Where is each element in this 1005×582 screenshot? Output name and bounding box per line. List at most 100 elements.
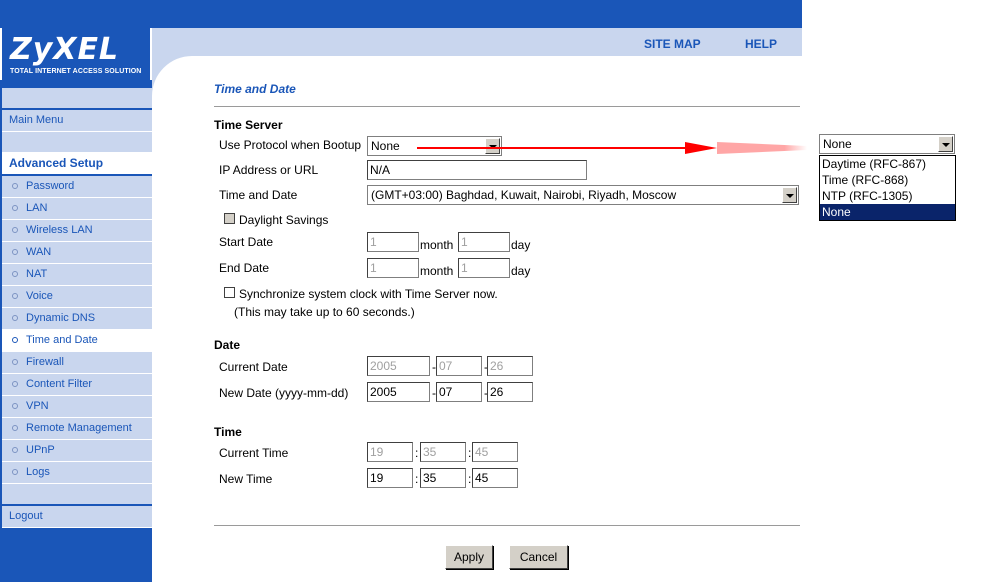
apply-button[interactable]: Apply xyxy=(445,545,493,569)
new-date-label: New Date (yyyy-mm-dd) xyxy=(219,386,349,400)
bullet-icon xyxy=(12,227,18,234)
sidebar-spacer xyxy=(2,132,152,152)
current-hour-input[interactable]: 19 xyxy=(367,442,413,462)
new-time-label: New Time xyxy=(219,472,273,486)
sidebar-item-remote-management[interactable]: Remote Management xyxy=(2,418,152,440)
sidebar-item-nat[interactable]: NAT xyxy=(2,264,152,286)
sidebar-item-label: LAN xyxy=(26,202,48,214)
sidebar-item-label: Firewall xyxy=(26,356,64,368)
protocol-option-daytime[interactable]: Daytime (RFC-867) xyxy=(820,156,955,172)
annotation-arrow-icon xyxy=(417,142,807,154)
sidebar-item-content-filter[interactable]: Content Filter xyxy=(2,374,152,396)
new-second-input[interactable]: 45 xyxy=(472,468,518,488)
sidebar-item-password[interactable]: Password xyxy=(2,176,152,198)
header-band: SITE MAP HELP xyxy=(152,28,802,56)
timezone-select[interactable]: (GMT+03:00) Baghdad, Kuwait, Nairobi, Ri… xyxy=(367,185,799,205)
protocol-option-time[interactable]: Time (RFC-868) xyxy=(820,172,955,188)
sidebar-section-advanced-setup: Advanced Setup xyxy=(2,152,152,174)
sidebar-item-label: UPnP xyxy=(26,444,55,456)
sync-note: (This may take up to 60 seconds.) xyxy=(234,305,415,319)
sidebar-item-label: Remote Management xyxy=(26,422,132,434)
timezone-label: Time and Date xyxy=(219,188,298,202)
protocol-option-ntp[interactable]: NTP (RFC-1305) xyxy=(820,188,955,204)
start-day-input[interactable]: 1 xyxy=(458,232,510,252)
month-unit: month xyxy=(420,238,454,252)
bullet-icon xyxy=(12,205,18,212)
zyxel-logo: ZyXEL TOTAL INTERNET ACCESS SOLUTION xyxy=(2,28,150,80)
bullet-icon xyxy=(12,337,18,344)
sidebar-item-label: Content Filter xyxy=(26,378,93,390)
help-link[interactable]: HELP xyxy=(745,37,777,51)
main-content: Time and Date Time Server Use Protocol w… xyxy=(152,56,802,582)
current-second-input[interactable]: 45 xyxy=(472,442,518,462)
sidebar-item-firewall[interactable]: Firewall xyxy=(2,352,152,374)
current-day-input[interactable]: 26 xyxy=(487,356,533,376)
section-time-server: Time Server xyxy=(214,118,283,132)
time-separator: : xyxy=(468,472,472,486)
current-month-input[interactable]: 07 xyxy=(436,356,482,376)
sidebar-item-upnp[interactable]: UPnP xyxy=(2,440,152,462)
sidebar-item-voice[interactable]: Voice xyxy=(2,286,152,308)
site-map-link[interactable]: SITE MAP xyxy=(644,37,701,51)
sidebar-item-wireless-lan[interactable]: Wireless LAN xyxy=(2,220,152,242)
chevron-down-icon[interactable] xyxy=(938,136,953,152)
month-unit: month xyxy=(420,264,454,278)
cancel-button[interactable]: Cancel xyxy=(509,545,568,569)
end-date-label: End Date xyxy=(219,261,270,275)
ip-address-label: IP Address or URL xyxy=(219,163,319,177)
bullet-icon xyxy=(12,359,18,366)
timezone-select-value: (GMT+03:00) Baghdad, Kuwait, Nairobi, Ri… xyxy=(371,188,677,202)
ip-address-input[interactable]: N/A xyxy=(367,160,587,180)
protocol-select-value: None xyxy=(371,139,400,153)
sidebar-main-menu[interactable]: Main Menu xyxy=(2,110,152,132)
sidebar-item-label: Dynamic DNS xyxy=(26,312,96,324)
start-month-input[interactable]: 1 xyxy=(367,232,419,252)
sidebar-spacer xyxy=(2,484,152,504)
new-year-input[interactable]: 2005 xyxy=(367,382,430,402)
sync-label: Synchronize system clock with Time Serve… xyxy=(239,287,498,301)
current-date-label: Current Date xyxy=(219,360,288,374)
top-bar xyxy=(0,0,802,28)
sidebar-item-label: Password xyxy=(26,180,75,192)
bullet-icon xyxy=(12,403,18,410)
logo-tagline: TOTAL INTERNET ACCESS SOLUTION xyxy=(10,68,142,75)
new-month-input[interactable]: 07 xyxy=(436,382,482,402)
sidebar-item-lan[interactable]: LAN xyxy=(2,198,152,220)
sidebar-spacer xyxy=(2,88,152,108)
new-hour-input[interactable]: 19 xyxy=(367,468,413,488)
divider xyxy=(214,525,800,526)
bullet-icon xyxy=(12,249,18,256)
sidebar-item-label: Voice xyxy=(26,290,53,302)
chevron-down-icon[interactable] xyxy=(782,187,797,203)
new-minute-input[interactable]: 35 xyxy=(420,468,466,488)
sidebar-item-wan[interactable]: WAN xyxy=(2,242,152,264)
protocol-dropdown-expanded[interactable]: None xyxy=(819,134,955,154)
sidebar-item-label: NAT xyxy=(26,268,48,280)
bullet-icon xyxy=(12,447,18,454)
time-separator: : xyxy=(468,446,472,460)
daylight-savings-checkbox[interactable] xyxy=(224,213,235,224)
sidebar-item-vpn[interactable]: VPN xyxy=(2,396,152,418)
end-month-input[interactable]: 1 xyxy=(367,258,419,278)
daylight-savings-label: Daylight Savings xyxy=(239,213,329,227)
bullet-icon xyxy=(12,425,18,432)
bullet-icon xyxy=(12,183,18,190)
sidebar-item-time-and-date[interactable]: Time and Date xyxy=(2,330,152,352)
current-minute-input[interactable]: 35 xyxy=(420,442,466,462)
divider xyxy=(214,106,800,107)
protocol-dropdown-list: Daytime (RFC-867) Time (RFC-868) NTP (RF… xyxy=(819,155,956,221)
sidebar-item-label: WAN xyxy=(26,246,52,258)
sidebar-item-logs[interactable]: Logs xyxy=(2,462,152,484)
sidebar-logout[interactable]: Logout xyxy=(2,506,152,528)
sidebar-item-dynamic-dns[interactable]: Dynamic DNS xyxy=(2,308,152,330)
sidebar-item-label: Wireless LAN xyxy=(26,224,93,236)
current-time-label: Current Time xyxy=(219,446,289,460)
new-day-input[interactable]: 26 xyxy=(487,382,533,402)
current-year-input[interactable]: 2005 xyxy=(367,356,430,376)
protocol-option-none[interactable]: None xyxy=(820,204,955,220)
bullet-icon xyxy=(12,293,18,300)
day-unit: day xyxy=(511,238,531,252)
time-separator: : xyxy=(415,472,419,486)
sync-checkbox[interactable] xyxy=(224,287,235,298)
end-day-input[interactable]: 1 xyxy=(458,258,510,278)
